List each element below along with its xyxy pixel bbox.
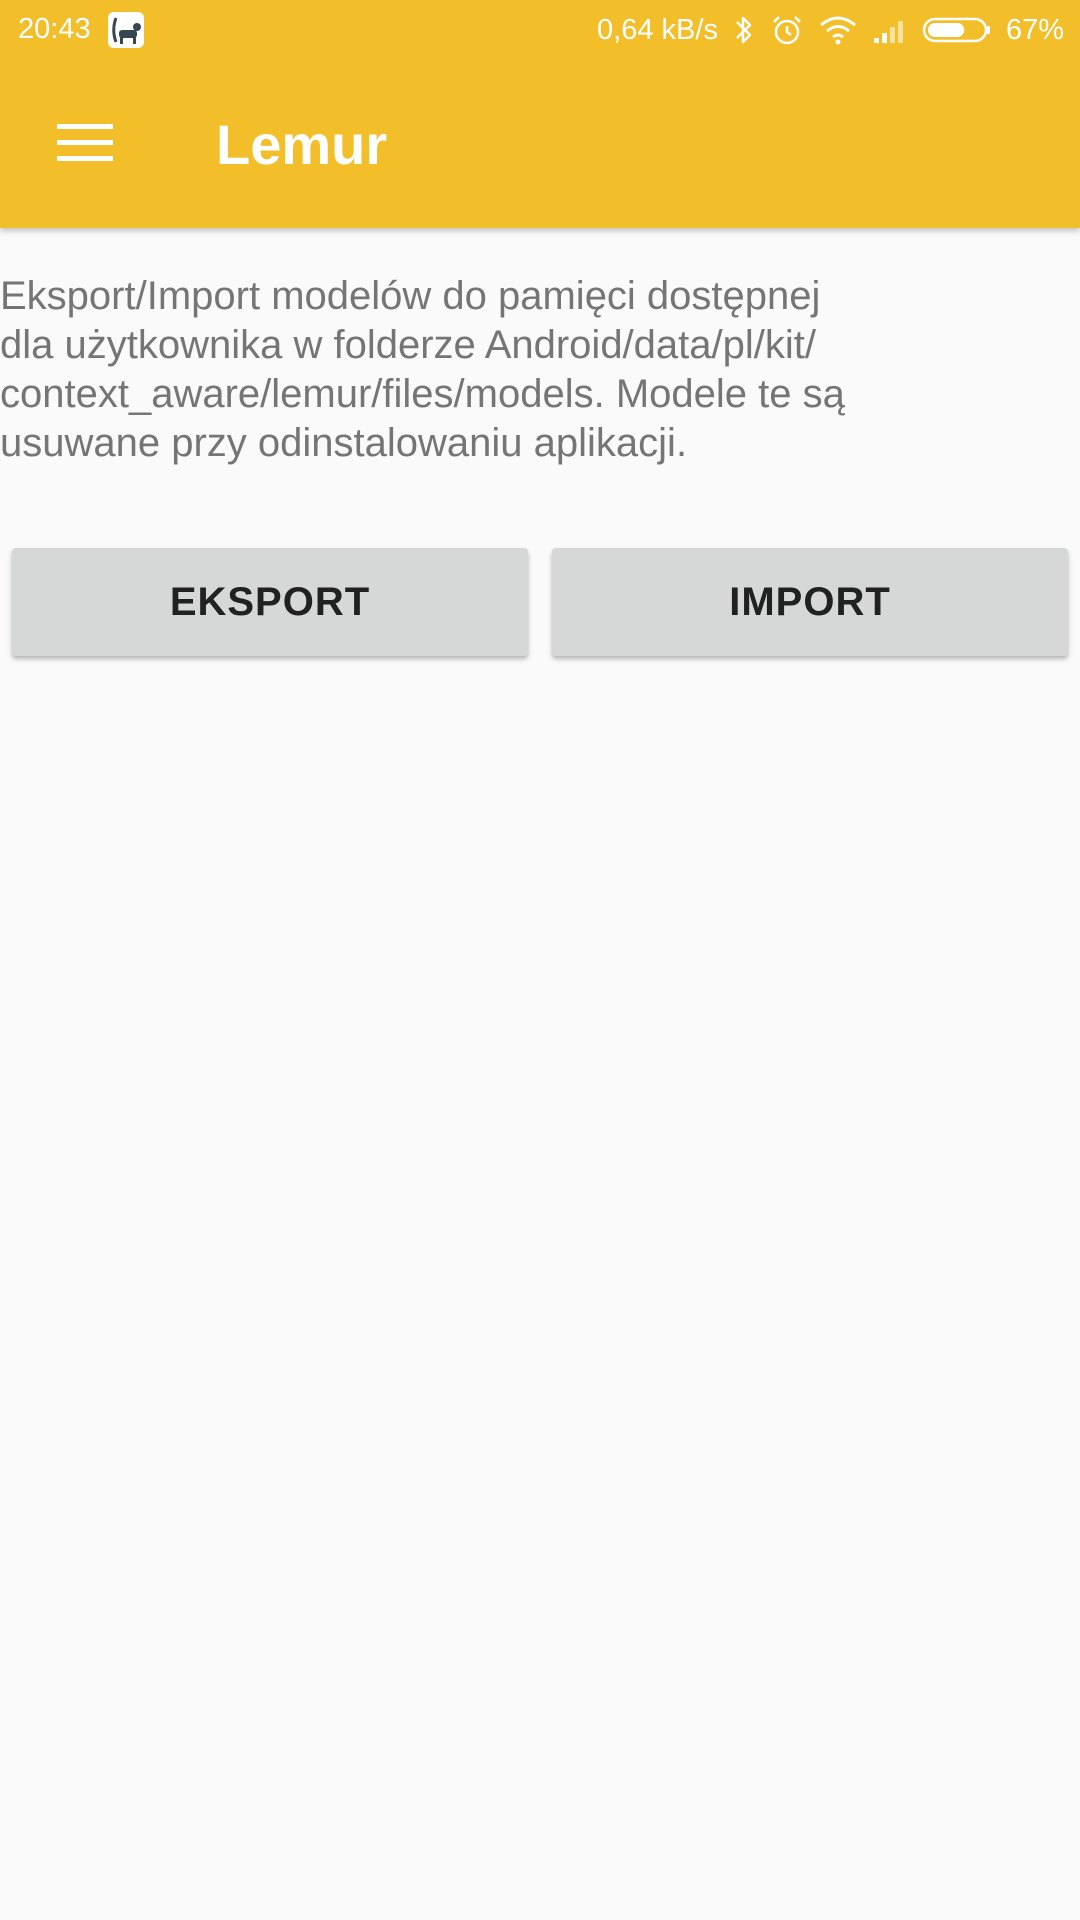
lemur-app-icon <box>108 12 144 48</box>
wifi-icon <box>818 14 858 46</box>
toolbar: Lemur <box>0 60 1080 228</box>
menu-button[interactable] <box>40 108 130 180</box>
bluetooth-icon <box>732 13 756 47</box>
app-bar: 20:43 0,64 kB/s 67% Lemur <box>0 0 1080 228</box>
alarm-icon <box>770 13 804 47</box>
battery-icon <box>922 16 992 44</box>
network-speed: 0,64 kB/s <box>597 13 718 46</box>
hamburger-menu-icon <box>57 122 113 167</box>
export-import-description: Eksport/Import modelów do pamięci dostęp… <box>0 274 845 465</box>
signal-icon <box>872 16 908 44</box>
battery-percent: 67% <box>1005 13 1064 46</box>
status-time: 20:43 <box>18 13 91 45</box>
status-icons: 0,64 kB/s 67% <box>597 10 1064 50</box>
page-title: Lemur <box>216 113 388 176</box>
import-button[interactable]: IMPORT <box>552 548 1068 656</box>
action-buttons: EKSPORT IMPORT <box>12 548 1068 656</box>
status-bar: 20:43 0,64 kB/s 67% <box>0 0 1080 60</box>
export-button[interactable]: EKSPORT <box>12 548 528 656</box>
